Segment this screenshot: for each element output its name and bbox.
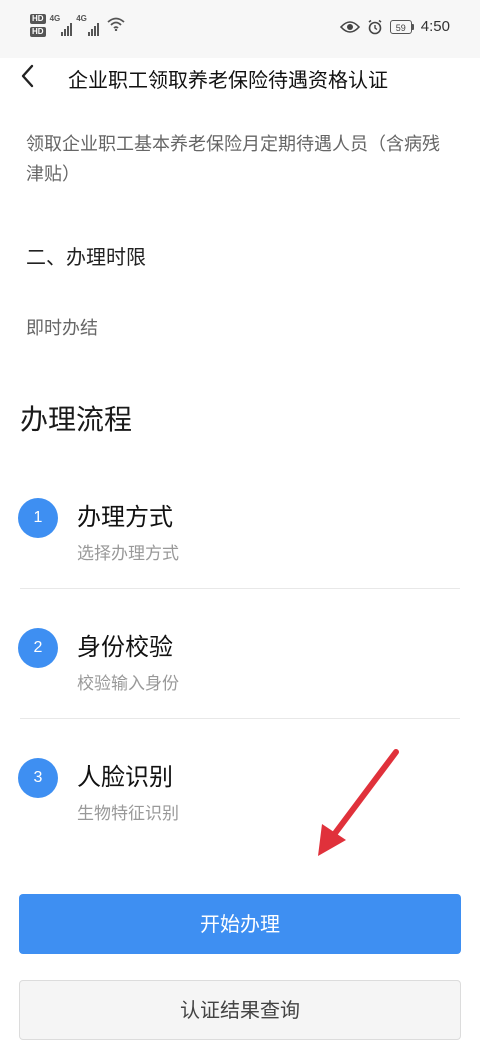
- step-title: 办理方式: [77, 503, 173, 531]
- alarm-icon: [368, 19, 382, 34]
- step-subtitle: 生物特征识别: [77, 804, 179, 824]
- page-title: 企业职工领取养老保险待遇资格认证: [68, 68, 388, 92]
- battery-level: 59: [389, 19, 412, 34]
- signal-bars-2: [87, 20, 99, 36]
- hd-icon: HD HD: [30, 14, 46, 37]
- network-type-1: 4G: [49, 14, 61, 23]
- step-subtitle: 校验输入身份: [77, 674, 179, 694]
- step-item-3: 3 人脸识别 生物特征识别: [0, 752, 480, 852]
- step-title: 人脸识别: [77, 763, 173, 791]
- signal-bars-1: [61, 20, 73, 36]
- start-application-button[interactable]: 开始办理: [19, 894, 461, 954]
- step-title: 身份校验: [77, 633, 173, 661]
- step-number-badge: 1: [18, 498, 58, 538]
- step-number-badge: 2: [18, 628, 58, 668]
- red-arrow-icon: [318, 749, 399, 856]
- processing-time-heading: 二、办理时限: [26, 245, 146, 269]
- wifi-icon: [107, 17, 125, 31]
- step-divider-1: [20, 588, 460, 589]
- eligibility-description: 领取企业职工基本养老保险月定期待遇人员（含病残津贴）: [26, 134, 440, 185]
- status-bar: HD HD 4G 4G 59 4:50: [0, 0, 480, 58]
- battery-icon: 59: [389, 19, 414, 34]
- signal-icon: 4G: [50, 14, 73, 36]
- status-time: 4:50: [420, 18, 450, 35]
- hd-badge-1: HD: [30, 14, 46, 24]
- step-item-2: 2 身份校验 校验输入身份: [0, 622, 480, 722]
- page: HD HD 4G 4G 59 4:50 企业职工领取养老保险待遇资格认证 领取企…: [0, 0, 480, 1061]
- back-button[interactable]: [14, 60, 42, 92]
- network-type-2: 4G: [76, 14, 87, 23]
- chevron-left-icon: [21, 64, 34, 88]
- processing-time-value: 即时办结: [26, 318, 98, 339]
- query-result-button[interactable]: 认证结果查询: [19, 980, 461, 1040]
- step-number-badge: 3: [18, 758, 58, 798]
- status-right: 59 4:50: [339, 18, 450, 35]
- header: 企业职工领取养老保险待遇资格认证: [0, 58, 480, 98]
- status-left: HD HD 4G 4G: [30, 14, 125, 37]
- step-subtitle: 选择办理方式: [77, 544, 179, 564]
- step-item-1: 1 办理方式 选择办理方式: [0, 492, 480, 592]
- step-divider-2: [20, 718, 460, 719]
- hd-badge-2: HD: [30, 27, 46, 37]
- signal-icon-2: 4G: [76, 14, 99, 36]
- process-title: 办理流程: [20, 403, 133, 436]
- eye-icon: [339, 20, 360, 33]
